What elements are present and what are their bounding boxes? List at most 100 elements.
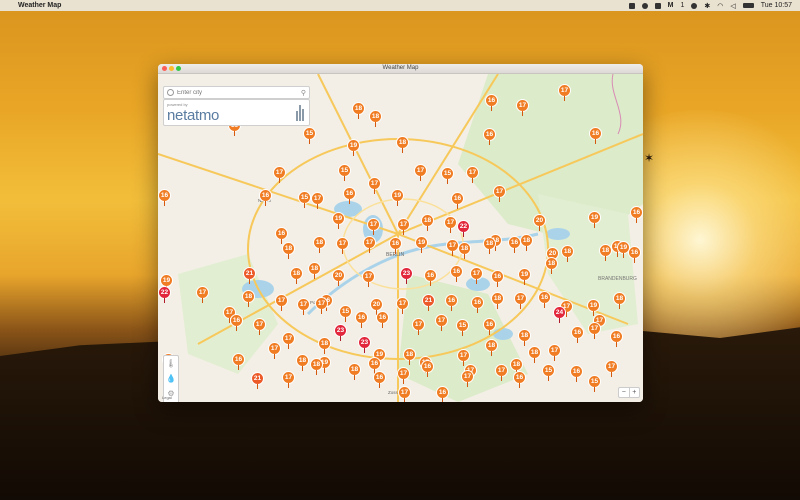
volume-icon[interactable]: ◁ [730, 2, 735, 10]
weather-station-pin[interactable]: 17 [297, 298, 310, 315]
weather-station-pin[interactable]: 16 [376, 311, 389, 328]
weather-station-pin[interactable]: 19 [347, 139, 360, 156]
weather-station-pin[interactable]: 15 [298, 191, 311, 208]
weather-station-pin[interactable]: 16 [471, 296, 484, 313]
weather-station-pin[interactable]: 17 [362, 270, 375, 287]
weather-station-pin[interactable]: 18 [318, 337, 331, 354]
weather-station-pin[interactable]: 17 [414, 164, 427, 181]
weather-station-pin[interactable]: 18 [348, 363, 361, 380]
weather-station-pin[interactable]: 17 [196, 286, 209, 303]
weather-station-pin[interactable]: 16 [424, 269, 437, 286]
weather-station-pin[interactable]: 24 [553, 306, 566, 323]
search-input[interactable] [177, 89, 292, 96]
weather-station-pin[interactable]: 19 [415, 236, 428, 253]
weather-station-pin[interactable]: 18 [242, 290, 255, 307]
weather-station-pin[interactable]: 22 [158, 286, 171, 303]
app-menu-name[interactable]: Weather Map [18, 2, 61, 9]
weather-station-pin[interactable]: 16 [389, 237, 402, 254]
weather-station-pin[interactable]: 18 [369, 110, 382, 127]
search-icon[interactable]: ⚲ [301, 89, 306, 97]
weather-station-pin[interactable]: 17 [315, 297, 328, 314]
title-bar[interactable]: Weather Map [158, 64, 643, 74]
weather-station-pin[interactable]: 16 [450, 265, 463, 282]
m-status-icon[interactable]: M [668, 2, 674, 9]
battery-icon[interactable] [742, 3, 754, 8]
zoom-in-button[interactable]: + [630, 388, 640, 397]
weather-station-pin[interactable]: 21 [422, 294, 435, 311]
time-machine-icon[interactable] [691, 2, 698, 9]
weather-station-pin[interactable]: 18 [396, 136, 409, 153]
weather-station-pin[interactable]: 17 [470, 267, 483, 284]
raindrop-icon[interactable]: 💧 [166, 374, 176, 384]
weather-station-pin[interactable]: 16 [445, 294, 458, 311]
weather-station-pin[interactable]: 15 [441, 167, 454, 184]
weather-station-pin[interactable]: 16 [508, 236, 521, 253]
weather-station-pin[interactable]: 15 [542, 364, 555, 381]
weather-station-pin[interactable]: 18 [313, 236, 326, 253]
weather-station-pin[interactable]: 18 [458, 242, 471, 259]
weather-station-pin[interactable]: 18 [296, 354, 309, 371]
weather-station-pin[interactable]: 23 [358, 336, 371, 353]
weather-station-pin[interactable]: 17 [412, 318, 425, 335]
weather-station-pin[interactable]: 18 [483, 237, 496, 254]
weather-station-pin[interactable]: 17 [461, 370, 474, 387]
weather-station-pin[interactable]: 19 [588, 211, 601, 228]
weather-station-pin[interactable]: 16 [491, 270, 504, 287]
weather-station-pin[interactable]: 18 [613, 292, 626, 309]
dropbox-icon[interactable] [628, 2, 635, 9]
weather-station-pin[interactable]: 17 [516, 99, 529, 116]
weather-station-pin[interactable]: 16 [451, 192, 464, 209]
weather-station-pin[interactable]: 16 [259, 189, 272, 206]
legal-link[interactable]: Legal [162, 395, 172, 400]
weather-station-pin[interactable]: 17 [397, 367, 410, 384]
map-view[interactable]: BERLIN Potsdam Nauen Zossen BRANDENBURG … [158, 74, 643, 402]
bell-icon[interactable] [641, 2, 648, 9]
weather-station-pin[interactable]: 16 [232, 353, 245, 370]
weather-station-pin[interactable]: 21 [251, 372, 264, 389]
weather-station-pin[interactable]: 17 [493, 185, 506, 202]
monitor-icon[interactable] [654, 2, 661, 9]
weather-station-pin[interactable]: 17 [444, 216, 457, 233]
weather-station-pin[interactable]: 17 [588, 322, 601, 339]
weather-station-pin[interactable]: 16 [421, 360, 434, 377]
weather-station-pin[interactable]: 15 [338, 164, 351, 181]
weather-station-pin[interactable]: 17 [363, 236, 376, 253]
weather-station-pin[interactable]: 16 [485, 94, 498, 111]
weather-station-pin[interactable]: 16 [436, 386, 449, 402]
weather-station-pin[interactable]: 17 [435, 314, 448, 331]
weather-station-pin[interactable]: 18 [403, 348, 416, 365]
weather-station-pin[interactable]: 17 [548, 344, 561, 361]
weather-station-pin[interactable]: 17 [397, 218, 410, 235]
weather-station-pin[interactable]: 19 [617, 241, 630, 258]
weather-station-pin[interactable]: 17 [311, 192, 324, 209]
weather-station-pin[interactable]: 16 [630, 206, 643, 223]
weather-station-pin[interactable]: 16 [589, 127, 602, 144]
weather-station-pin[interactable]: 16 [538, 291, 551, 308]
weather-station-pin[interactable]: 17 [282, 371, 295, 388]
weather-station-pin[interactable]: 17 [273, 166, 286, 183]
weather-station-pin[interactable]: 16 [355, 311, 368, 328]
weather-station-pin[interactable]: 17 [396, 297, 409, 314]
weather-station-pin[interactable]: 20 [533, 214, 546, 231]
weather-station-pin[interactable]: 18 [518, 329, 531, 346]
weather-station-pin[interactable]: 19 [518, 268, 531, 285]
weather-station-pin[interactable]: 22 [457, 220, 470, 237]
weather-station-pin[interactable]: 18 [308, 262, 321, 279]
weather-station-pin[interactable]: 18 [485, 339, 498, 356]
weather-station-pin[interactable]: 21 [243, 267, 256, 284]
weather-station-pin[interactable]: 15 [456, 319, 469, 336]
zoom-out-button[interactable]: − [619, 388, 630, 397]
wifi-icon[interactable]: ◠ [717, 2, 723, 10]
weather-station-pin[interactable]: 16 [483, 128, 496, 145]
weather-station-pin[interactable]: 17 [605, 360, 618, 377]
weather-station-pin[interactable]: 16 [158, 189, 171, 206]
weather-station-pin[interactable]: 23 [400, 267, 413, 284]
weather-station-pin[interactable]: 18 [561, 245, 574, 262]
weather-station-pin[interactable]: 15 [303, 127, 316, 144]
weather-station-pin[interactable]: 16 [230, 314, 243, 331]
weather-station-pin[interactable]: 16 [610, 330, 623, 347]
weather-station-pin[interactable]: 17 [466, 166, 479, 183]
weather-station-pin[interactable]: 17 [253, 318, 266, 335]
weather-station-pin[interactable]: 17 [367, 218, 380, 235]
clock[interactable]: Tue 10:57 [761, 2, 792, 9]
